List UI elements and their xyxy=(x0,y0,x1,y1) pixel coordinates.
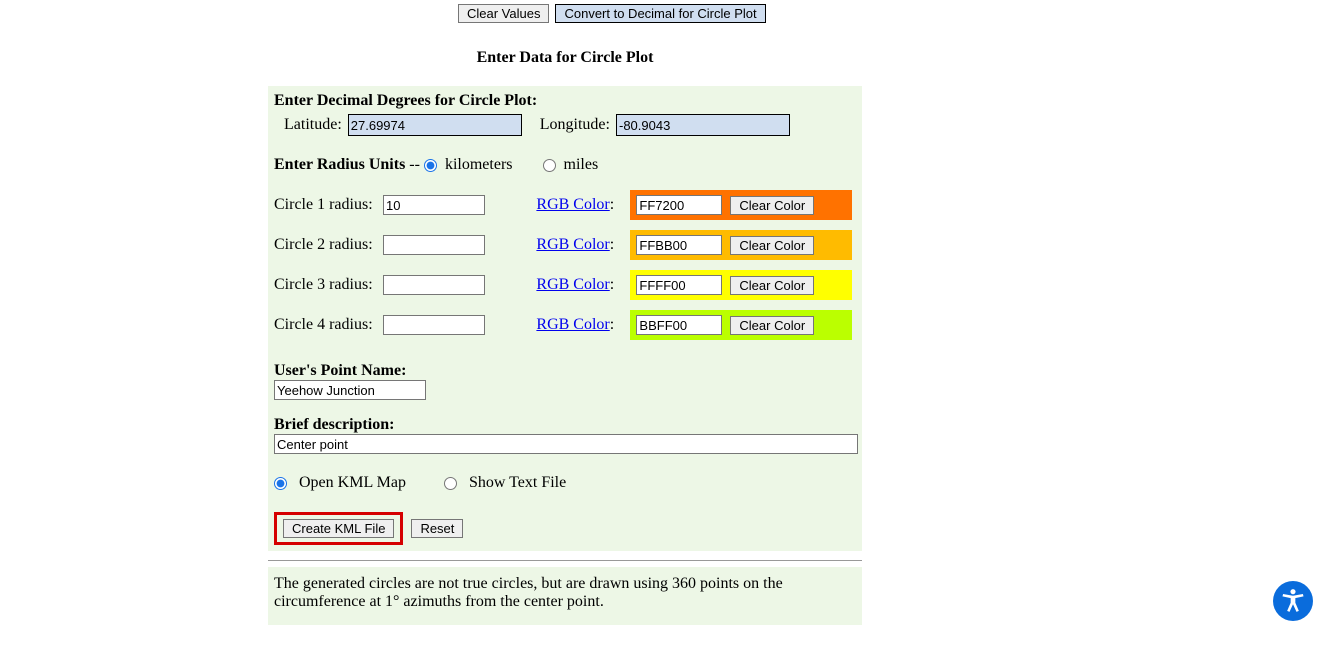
circle-table: Circle 1 radius: RGB Color: Clear Color … xyxy=(274,180,856,350)
circle-1-radius-input[interactable] xyxy=(383,195,485,215)
point-name-label: User's Point Name: xyxy=(274,362,856,380)
circle-label: Circle 1 radius: xyxy=(274,190,383,220)
longitude-input[interactable] xyxy=(616,114,790,136)
circle-plot-form: Enter Decimal Degrees for Circle Plot: L… xyxy=(268,86,862,551)
open-kml-radio[interactable] xyxy=(274,477,287,490)
longitude-label: Longitude: xyxy=(540,116,610,134)
circle-1-color-input[interactable] xyxy=(636,195,722,215)
description-input[interactable] xyxy=(274,434,858,454)
circle-2-radius-input[interactable] xyxy=(383,235,485,255)
clear-color-3-button[interactable]: Clear Color xyxy=(730,276,814,295)
clear-color-1-button[interactable]: Clear Color xyxy=(730,196,814,215)
footer-note: The generated circles are not true circl… xyxy=(268,567,862,625)
circle-row-2: Circle 2 radius: RGB Color: Clear Color xyxy=(274,230,856,260)
circle-3-color-input[interactable] xyxy=(636,275,722,295)
section-heading: Enter Data for Circle Plot xyxy=(0,49,1130,67)
clear-color-2-button[interactable]: Clear Color xyxy=(730,236,814,255)
show-text-label: Show Text File xyxy=(469,474,566,492)
radius-units-label: Enter Radius Units xyxy=(274,156,405,174)
units-separator: -- xyxy=(409,156,420,174)
units-km-label: kilometers xyxy=(445,156,513,174)
color-swatch-4: Clear Color xyxy=(630,310,852,340)
person-icon xyxy=(1279,587,1307,615)
color-swatch-3: Clear Color xyxy=(630,270,852,300)
desc-label: Brief description: xyxy=(274,416,856,434)
circle-label: Circle 4 radius: xyxy=(274,310,383,340)
clear-values-button[interactable]: Clear Values xyxy=(458,4,549,23)
units-mi-label: miles xyxy=(564,156,599,174)
convert-to-decimal-button[interactable]: Convert to Decimal for Circle Plot xyxy=(555,4,765,23)
units-mi-radio[interactable] xyxy=(543,159,556,172)
circle-4-color-input[interactable] xyxy=(636,315,722,335)
latitude-input[interactable] xyxy=(348,114,522,136)
rgb-color-link[interactable]: RGB Color xyxy=(536,236,609,253)
circle-2-color-input[interactable] xyxy=(636,235,722,255)
rgb-color-link[interactable]: RGB Color xyxy=(536,316,609,333)
circle-row-1: Circle 1 radius: RGB Color: Clear Color xyxy=(274,190,856,220)
circle-4-radius-input[interactable] xyxy=(383,315,485,335)
latitude-label: Latitude: xyxy=(284,116,342,134)
show-text-radio[interactable] xyxy=(444,477,457,490)
color-swatch-2: Clear Color xyxy=(630,230,852,260)
rgb-color-link[interactable]: RGB Color xyxy=(536,196,609,213)
circle-row-3: Circle 3 radius: RGB Color: Clear Color xyxy=(274,270,856,300)
point-name-input[interactable] xyxy=(274,380,426,400)
circle-label: Circle 3 radius: xyxy=(274,270,383,300)
units-km-radio[interactable] xyxy=(424,159,437,172)
accessibility-icon[interactable] xyxy=(1273,581,1313,621)
open-kml-label: Open KML Map xyxy=(299,474,406,492)
create-kml-button[interactable]: Create KML File xyxy=(283,519,394,538)
reset-button[interactable]: Reset xyxy=(411,519,463,538)
circle-row-4: Circle 4 radius: RGB Color: Clear Color xyxy=(274,310,856,340)
create-kml-highlight: Create KML File xyxy=(274,512,403,545)
circle-label: Circle 2 radius: xyxy=(274,230,383,260)
rgb-color-link[interactable]: RGB Color xyxy=(536,276,609,293)
circle-3-radius-input[interactable] xyxy=(383,275,485,295)
clear-color-4-button[interactable]: Clear Color xyxy=(730,316,814,335)
dec-deg-label: Enter Decimal Degrees for Circle Plot: xyxy=(274,92,856,110)
color-swatch-1: Clear Color xyxy=(630,190,852,220)
separator xyxy=(268,560,862,561)
